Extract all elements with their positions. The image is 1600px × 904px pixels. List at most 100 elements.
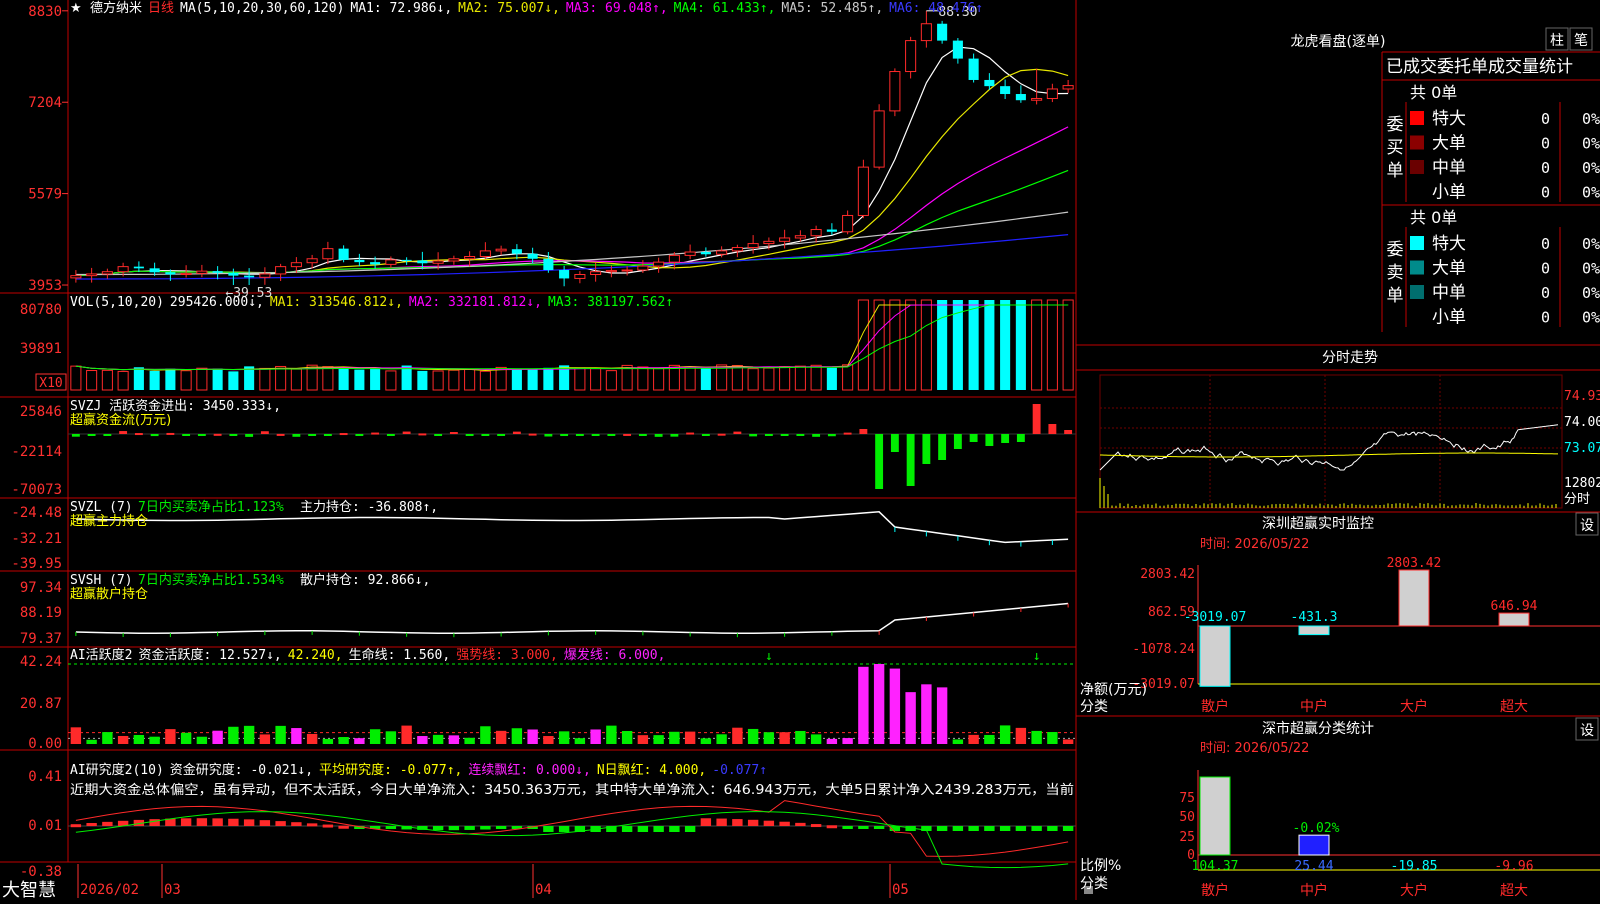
lhb-tabs: 已成交委托单成交量统计 bbox=[1386, 57, 1573, 77]
ai2-bar bbox=[984, 826, 995, 831]
vol-axis-label: 39891 bbox=[20, 341, 62, 357]
ai2-bar bbox=[228, 818, 239, 826]
lhb-total: 共 0单 bbox=[1410, 83, 1457, 102]
lhb-row-name: 大单 bbox=[1432, 259, 1466, 279]
ai1-bar bbox=[574, 738, 586, 744]
date-label: 04 bbox=[535, 882, 552, 898]
ai2-bar bbox=[716, 818, 727, 826]
svzl-subtitle: 超赢主力持仓 bbox=[70, 513, 148, 529]
volume-bar bbox=[937, 300, 948, 390]
header-text: MA4: 61.433↑, bbox=[674, 1, 776, 16]
price-axis-label: 5579 bbox=[28, 187, 62, 203]
lhb-swatch bbox=[1410, 285, 1424, 299]
monitor-value-label: -431.3 bbox=[1291, 610, 1338, 625]
monitor-axis-label: 2803.42 bbox=[1140, 567, 1195, 582]
monitor-bar bbox=[1199, 625, 1231, 687]
candle-body bbox=[684, 251, 696, 256]
volume-bar bbox=[495, 366, 507, 391]
vol-header-text: MA1: 313546.812↓, bbox=[270, 295, 403, 310]
svzl-value: 主力持仓: -36.808↑, bbox=[300, 500, 438, 515]
ai1-bar bbox=[606, 725, 617, 744]
volume-bar bbox=[905, 299, 917, 391]
volume-bar bbox=[700, 368, 711, 390]
ai1-axis-label: 42.24 bbox=[20, 654, 62, 670]
stats-title: 深市超赢分类统计 bbox=[1262, 720, 1374, 737]
candle-body bbox=[873, 110, 885, 168]
ai1-header-text: 爆发线: 6.000, bbox=[564, 647, 666, 663]
lhb-side-label: 单 bbox=[1387, 161, 1404, 181]
svzj-bar bbox=[1032, 404, 1041, 434]
volume-bar bbox=[322, 366, 334, 391]
svzj-bar bbox=[1001, 434, 1010, 443]
volume-bar bbox=[779, 366, 791, 391]
ai1-bar bbox=[196, 736, 208, 744]
ai2-bar bbox=[558, 826, 570, 832]
ai1-arrow: ↓ bbox=[765, 649, 773, 664]
candle-body bbox=[637, 265, 649, 271]
stats-category: 大户 bbox=[1400, 882, 1428, 899]
monitor-category: 中户 bbox=[1300, 698, 1328, 715]
ai2-bar bbox=[795, 822, 806, 826]
header-text: MA2: 75.007↓, bbox=[458, 1, 560, 16]
ai2-bar bbox=[385, 826, 397, 829]
lhb-bar-button-label: 柱 bbox=[1550, 33, 1564, 49]
volume-bar bbox=[747, 368, 759, 391]
ai1-bar bbox=[984, 734, 995, 744]
candle-body bbox=[700, 252, 711, 255]
stats-note: -0.02% bbox=[1293, 821, 1340, 836]
svzj-bar bbox=[276, 433, 285, 436]
monitor-time: 时间: 2026/05/22 bbox=[1200, 537, 1309, 552]
svzj-bar bbox=[323, 434, 332, 436]
ai1-bar bbox=[133, 734, 145, 744]
candle-body bbox=[417, 260, 428, 264]
ai2-bar bbox=[448, 826, 460, 831]
candle-body bbox=[857, 166, 869, 216]
candle-body bbox=[810, 229, 822, 237]
lhb-swatch bbox=[1410, 184, 1424, 199]
ai1-bar bbox=[558, 731, 570, 744]
svzj-bar bbox=[575, 434, 584, 436]
volume-bar bbox=[196, 367, 208, 391]
svzj-bar bbox=[134, 433, 143, 436]
intraday-title: 分时走势 bbox=[1322, 350, 1378, 366]
svzl-axis-label: -32.21 bbox=[11, 531, 62, 547]
svzj-bar bbox=[339, 433, 348, 436]
lhb-swatch bbox=[1410, 160, 1424, 174]
date-label: 2026/02 bbox=[80, 882, 139, 898]
volume-bar bbox=[1000, 300, 1011, 390]
volume-bar bbox=[479, 370, 491, 391]
ai2-bar bbox=[259, 820, 271, 826]
header-text: MA6: 48.476↑ bbox=[889, 1, 983, 16]
ai1-bar bbox=[905, 692, 916, 744]
ai2-axis-label: -0.38 bbox=[20, 864, 62, 880]
ma1-line bbox=[75, 46, 1069, 277]
ai2-description: 近期大资金总体偏空，虽有异动，但不太活跃，今日大单净流入：3450.363万元，… bbox=[70, 782, 1074, 798]
intraday-axis-label: 74.93 bbox=[1564, 389, 1600, 404]
lhb-side-label: 卖 bbox=[1387, 263, 1404, 283]
svzj-title: SVZJ 活跃资金进出: 3450.333↓, bbox=[70, 398, 281, 414]
ma3-line bbox=[75, 126, 1069, 277]
header-text: MA1: 72.986↓, bbox=[350, 1, 452, 16]
ai1-bar bbox=[212, 730, 223, 744]
lhb-row-name: 小单 bbox=[1432, 183, 1466, 203]
intraday-volume-label: 12802 bbox=[1564, 476, 1600, 491]
ai2-bar bbox=[700, 818, 712, 826]
monitor-net-label: 净额(万元) bbox=[1080, 682, 1147, 698]
lhb-row-percent: 0% bbox=[1582, 159, 1600, 177]
ai1-bar bbox=[1047, 732, 1058, 744]
candle-body bbox=[479, 250, 491, 258]
svzj-bar bbox=[686, 432, 695, 435]
ai1-bar bbox=[669, 731, 680, 744]
svzj-bar bbox=[182, 434, 191, 436]
volume-bar bbox=[763, 367, 775, 391]
lhb-tick-button-label: 笔 bbox=[1574, 33, 1588, 49]
vol-ma2-line bbox=[75, 304, 1069, 371]
lhb-title: 龙虎看盘(逐单) bbox=[1291, 33, 1386, 50]
ai1-bar bbox=[543, 736, 554, 744]
candle-body bbox=[968, 58, 979, 80]
ai1-bar bbox=[480, 726, 491, 744]
svzj-bar bbox=[402, 431, 411, 434]
ai2-red-line bbox=[75, 800, 1069, 857]
stats-time: 时间: 2026/05/22 bbox=[1200, 741, 1309, 756]
intraday-axis-label: 74.00 bbox=[1564, 415, 1600, 430]
